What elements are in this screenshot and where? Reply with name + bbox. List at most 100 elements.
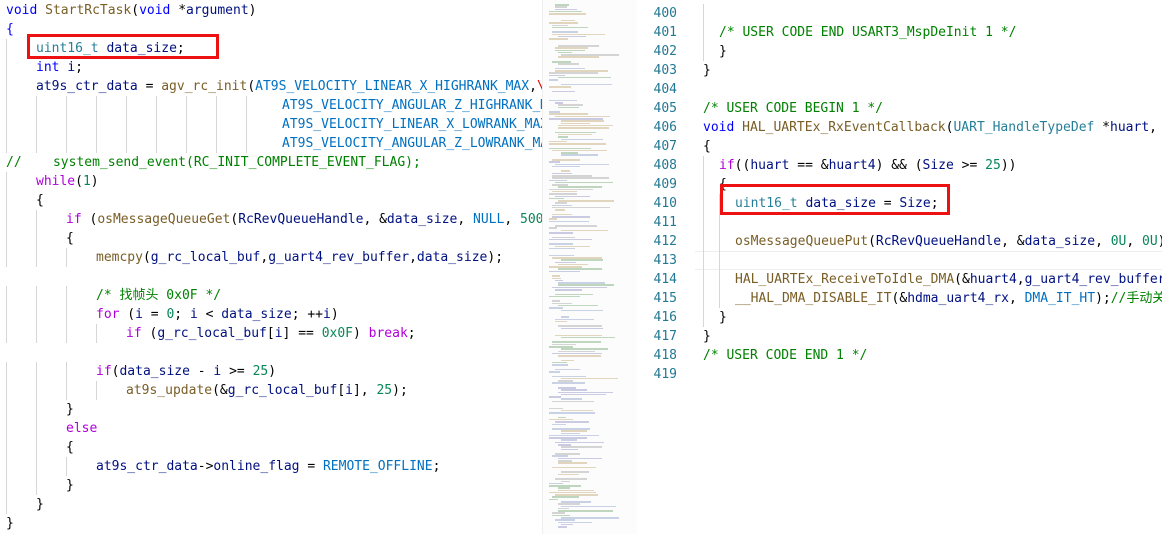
indent-guide: [66, 96, 67, 115]
code-line[interactable]: {: [703, 137, 711, 156]
code-token: ,: [1095, 234, 1111, 249]
minimap-line: [558, 489, 594, 492]
code-line[interactable]: AT9S_VELOCITY_LINEAR_X_LOWRANK_MAX: [282, 115, 542, 134]
code-token: == &: [789, 158, 829, 173]
code-token: <: [197, 307, 222, 322]
code-line[interactable]: __HAL_DMA_DISABLE_IT(&hdma_uart4_rx, DMA…: [735, 289, 1162, 308]
code-line[interactable]: }: [36, 495, 44, 514]
code-token: //手动关: [1110, 291, 1162, 306]
minimap-line: [552, 423, 566, 426]
indent-guide: [36, 438, 37, 457]
minimap[interactable]: [542, 0, 638, 534]
code-line[interactable]: memcpy(g_rc_local_buf,g_uart4_rev_buffer…: [96, 248, 503, 267]
code-line[interactable]: /* USER CODE END 1 */: [703, 346, 867, 365]
minimap-line: [558, 507, 569, 510]
code-line[interactable]: AT9S_VELOCITY_ANGULAR_Z_HIGHRANK_MAX: [282, 96, 542, 115]
minimap-line: [549, 10, 582, 13]
code-line[interactable]: }: [66, 476, 74, 495]
minimap-line: [552, 190, 577, 193]
code-line[interactable]: at9s_update(&g_rc_local_buf[i], 25);: [126, 381, 408, 400]
code-line[interactable]: osMessageQueuePut(RcRevQueueHandle, &dat…: [735, 232, 1162, 251]
code-line[interactable]: while(1): [36, 172, 99, 191]
code-token: 0U: [1110, 234, 1127, 249]
minimap-line: [555, 225, 597, 227]
indent-guide: [36, 210, 37, 229]
code-line[interactable]: else: [66, 419, 97, 438]
indent-guide: [36, 381, 37, 400]
code-token: HAL_UARTEx_ReceiveToIdle_DMA: [735, 272, 955, 287]
minimap-line: [552, 514, 570, 517]
indent-guide: [703, 308, 704, 327]
code-line[interactable]: void StartRcTask(void *argument): [6, 1, 256, 20]
left-code-editor[interactable]: void StartRcTask(void *argument){uint16_…: [0, 0, 542, 534]
line-number: 413: [653, 253, 677, 268]
minimap-line: [555, 421, 589, 423]
indent-guide: [66, 381, 67, 400]
indent-guide: [66, 248, 67, 267]
minimap-line: [561, 120, 604, 122]
code-token: data_size: [416, 250, 488, 265]
right-code-editor[interactable]: 400 401 /* USER CODE END USART3_MspDeInit …: [637, 0, 1162, 534]
code-line[interactable]: for (i = 0; i < data_size; ++i): [96, 305, 339, 324]
code-line[interactable]: if((huart == &huart4) && (Size >= 25)): [719, 156, 1016, 175]
code-line[interactable]: at9s_ctr_data->online_flag = REMOTE_OFFL…: [96, 457, 440, 476]
code-token: argument: [186, 3, 249, 18]
code-line[interactable]: void HAL_UARTEx_RxEventCallback(UART_Han…: [703, 118, 1162, 137]
code-line[interactable]: if(data_size - i >= 25): [96, 362, 276, 381]
minimap-line: [561, 409, 593, 412]
code-line[interactable]: }: [703, 327, 711, 346]
code-token: /* USER CODE END USART3_MspDeInit 1 */: [719, 25, 1017, 40]
minimap-line: [561, 327, 603, 330]
code-line[interactable]: if (osMessageQueueGet(RcRevQueueHandle, …: [66, 210, 542, 229]
code-line[interactable]: /* USER CODE BEGIN 1 */: [703, 99, 883, 118]
minimap-line: [552, 257, 602, 259]
code-line[interactable]: AT9S_VELOCITY_ANGULAR_Z_LOWRANK_MAX: [282, 134, 542, 153]
minimap-line: [552, 455, 568, 457]
minimap-line: [558, 284, 614, 286]
indent-guide: [96, 115, 97, 134]
indent-guide: [36, 419, 37, 438]
code-token: (&: [891, 291, 908, 306]
code-line[interactable]: }: [66, 400, 74, 419]
indent-guide: [36, 476, 37, 495]
code-line[interactable]: at9s_ctr_data = agv_rc_init(AT9S_VELOCIT…: [36, 77, 542, 96]
code-token: ],: [352, 383, 377, 398]
code-line[interactable]: {: [66, 229, 74, 248]
indent-guide: [703, 23, 704, 42]
code-line[interactable]: {: [6, 20, 14, 39]
minimap-line: [549, 485, 581, 487]
indent-guide: [36, 134, 37, 153]
minimap-line: [549, 243, 573, 245]
minimap-line: [549, 99, 577, 102]
code-token: ): [353, 326, 369, 341]
code-token: ,: [457, 212, 474, 227]
code-line[interactable]: {: [36, 191, 44, 210]
minimap-line: [558, 282, 605, 284]
code-line[interactable]: }: [719, 308, 727, 327]
code-line[interactable]: }: [6, 514, 14, 533]
indent-guide: [6, 419, 7, 438]
code-token: (&: [212, 383, 228, 398]
code-line[interactable]: }: [719, 42, 727, 61]
indent-guide: [36, 400, 37, 419]
minimap-line: [549, 434, 599, 437]
code-line[interactable]: /* USER CODE END USART3_MspDeInit 1 */: [719, 23, 1016, 42]
code-line[interactable]: {: [66, 438, 74, 457]
minimap-line: [552, 165, 580, 168]
code-line[interactable]: if (g_rc_local_buf[i] == 0x0F) break;: [126, 324, 416, 343]
minimap-line: [558, 526, 567, 528]
code-line[interactable]: // system_send_event(RC_INIT_COMPLETE_EV…: [6, 153, 421, 172]
code-line[interactable]: }: [703, 61, 711, 80]
minimap-line: [552, 428, 590, 430]
code-token: if: [126, 326, 142, 341]
minimap-line: [558, 136, 568, 138]
code-line[interactable]: int i;: [36, 58, 83, 77]
code-line[interactable]: /* 找帧头 0x0F */: [96, 286, 221, 305]
indent-guide: [719, 213, 720, 232]
code-token: 1: [82, 174, 91, 189]
minimap-line: [555, 49, 585, 52]
minimap-line: [552, 375, 586, 378]
code-line[interactable]: HAL_UARTEx_ReceiveToIdle_DMA(&huart4,g_u…: [735, 270, 1162, 289]
minimap-line: [552, 31, 578, 33]
